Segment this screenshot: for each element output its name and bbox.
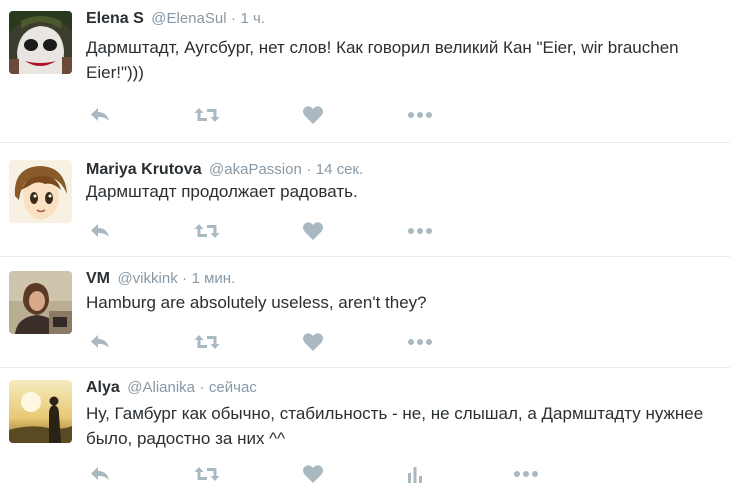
- avatar[interactable]: [9, 271, 72, 334]
- user-name[interactable]: Elena S: [86, 10, 144, 27]
- sunset-silhouette-avatar: [9, 380, 72, 443]
- tweet-header: VM @vikkink · 1 мин.: [86, 269, 235, 289]
- user-name[interactable]: Mariya Krutova: [86, 161, 202, 178]
- more-icon[interactable]: [407, 331, 433, 353]
- user-handle[interactable]: @ElenaSul: [151, 10, 226, 27]
- retweet-icon[interactable]: [194, 463, 220, 485]
- user-handle[interactable]: @Alianika: [127, 379, 195, 396]
- user-name[interactable]: Alya: [86, 379, 120, 396]
- tweet-header: Elena S @ElenaSul · 1 ч.: [86, 9, 265, 29]
- timestamp[interactable]: 14 сек.: [316, 161, 363, 178]
- tweet[interactable]: Alya @Alianika · сейчас Ну, Гамбург как …: [0, 368, 730, 497]
- tweet[interactable]: Mariya Krutova @akaPassion · 14 сек. Дар…: [0, 143, 730, 257]
- timestamp[interactable]: сейчас: [209, 379, 257, 396]
- anime-boy-avatar: [9, 160, 72, 223]
- more-icon[interactable]: [513, 463, 539, 485]
- tweet-header: Mariya Krutova @akaPassion · 14 сек.: [86, 160, 363, 180]
- heart-icon[interactable]: [300, 463, 326, 485]
- separator-dot: ·: [306, 161, 312, 178]
- user-name[interactable]: VM: [86, 270, 110, 287]
- more-icon[interactable]: [407, 104, 433, 126]
- timestamp[interactable]: 1 мин.: [192, 270, 236, 287]
- retweet-icon[interactable]: [194, 220, 220, 242]
- reply-icon[interactable]: [87, 463, 113, 485]
- heart-icon[interactable]: [300, 331, 326, 353]
- avatar[interactable]: [9, 380, 72, 443]
- tweet-text: Дармштадт продолжает радовать.: [86, 182, 358, 201]
- heart-icon[interactable]: [300, 104, 326, 126]
- reply-icon[interactable]: [87, 220, 113, 242]
- avatar[interactable]: [9, 160, 72, 223]
- user-handle[interactable]: @akaPassion: [209, 161, 302, 178]
- tweet-text: Hamburg are absolutely useless, aren't t…: [86, 293, 427, 312]
- retweet-icon[interactable]: [194, 104, 220, 126]
- tweet-text: Ну, Гамбург как обычно, стабильность - н…: [86, 404, 704, 448]
- joker-face-avatar: [9, 11, 72, 74]
- more-icon[interactable]: [407, 220, 433, 242]
- separator-dot: ·: [182, 270, 188, 287]
- person-photo-avatar: [9, 271, 72, 334]
- separator-dot: ·: [199, 379, 205, 396]
- tweet-header: Alya @Alianika · сейчас: [86, 378, 257, 398]
- tweet-text: Дармштадт, Аугсбург, нет слов! Как говор…: [86, 38, 679, 82]
- tweet-feed: Elena S @ElenaSul · 1 ч. Дармштадт, Аугс…: [0, 0, 730, 497]
- analytics-icon[interactable]: [402, 463, 428, 485]
- user-handle[interactable]: @vikkink: [117, 270, 177, 287]
- timestamp[interactable]: 1 ч.: [240, 10, 265, 27]
- separator-dot: ·: [231, 10, 236, 27]
- tweet[interactable]: VM @vikkink · 1 мин. Hamburg are absolut…: [0, 257, 730, 368]
- reply-icon[interactable]: [87, 104, 113, 126]
- retweet-icon[interactable]: [194, 331, 220, 353]
- reply-icon[interactable]: [87, 331, 113, 353]
- heart-icon[interactable]: [300, 220, 326, 242]
- avatar[interactable]: [9, 11, 72, 74]
- tweet[interactable]: Elena S @ElenaSul · 1 ч. Дармштадт, Аугс…: [0, 0, 730, 143]
